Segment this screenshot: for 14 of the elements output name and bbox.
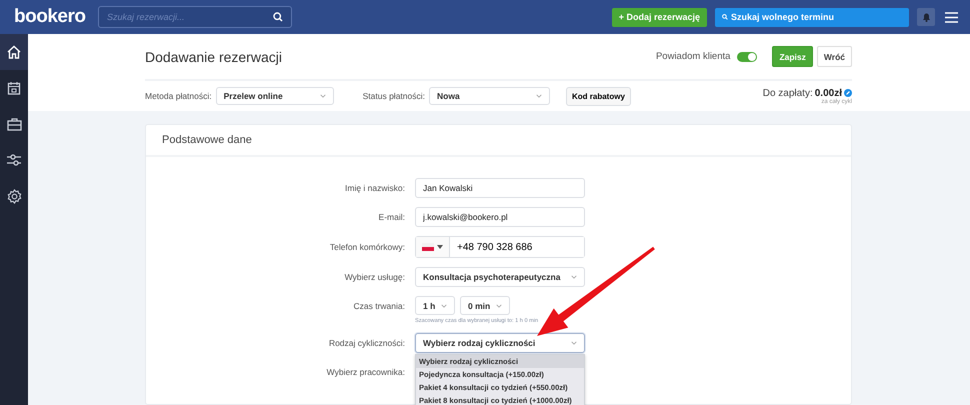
field-label: Wybierz usługę: <box>344 272 405 282</box>
total-amount: 0.00zł <box>814 88 842 98</box>
field-label: Rodzaj cykliczności: <box>328 338 405 348</box>
field-label: Imię i nazwisko: <box>344 183 405 193</box>
field-label: Telefon komórkowy: <box>328 242 405 252</box>
payment-method-label: Metoda płatności: <box>145 91 212 101</box>
field-label: Wybierz pracownika: <box>326 367 405 377</box>
field-label: E-mail: <box>378 212 405 222</box>
field-label: Czas trwania: <box>352 301 405 311</box>
total-label: Do zapłaty: <box>762 88 813 98</box>
card-title: Podstawowe dane <box>146 125 851 157</box>
payment-status-label: Status płatności: <box>362 91 425 101</box>
notify-label: Powiadom klienta <box>656 51 730 62</box>
page-title: Dodawanie rezerwacji <box>145 48 283 64</box>
